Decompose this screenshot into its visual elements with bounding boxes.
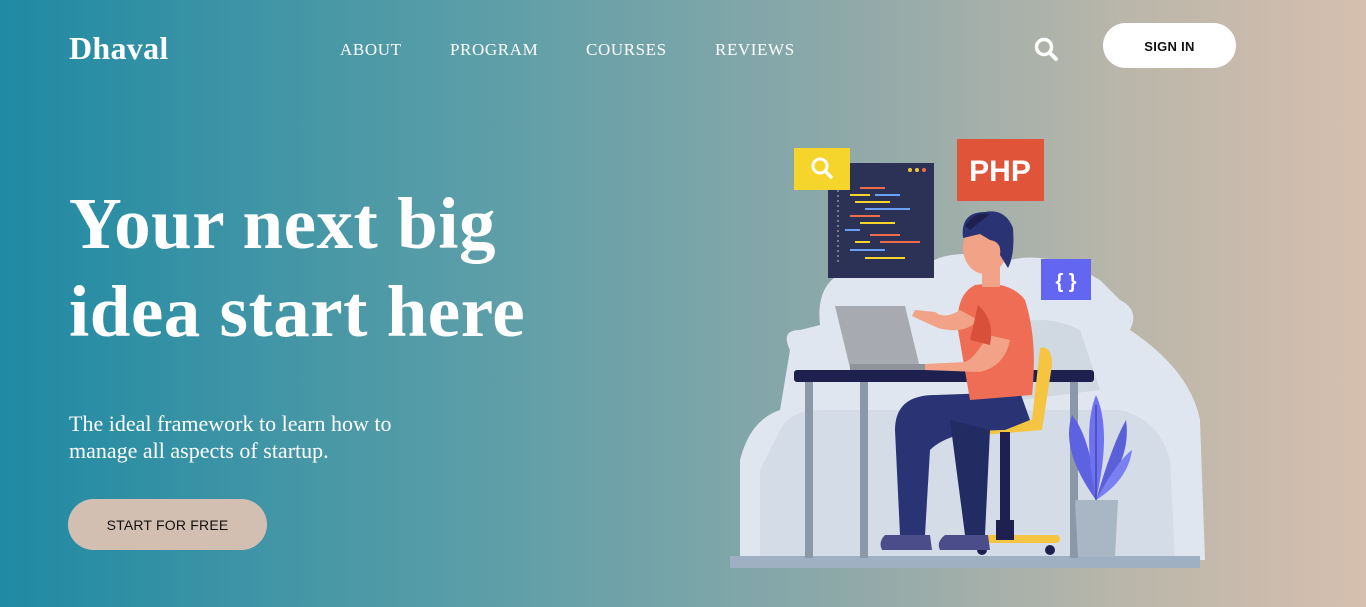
developer-illustration: PHP { } <box>730 139 1205 568</box>
hero-headline-line-2: idea start here <box>69 271 526 352</box>
php-badge-label: PHP <box>969 155 1031 188</box>
hero-subtext-line-2: manage all aspects of startup. <box>69 438 329 463</box>
search-button[interactable] <box>1032 35 1060 63</box>
braces-badge: { } <box>1041 259 1091 300</box>
hero-illustration: PHP { } <box>720 130 1220 580</box>
php-badge: PHP <box>957 139 1044 201</box>
hero-headline: Your next big idea start here <box>69 180 589 356</box>
hero-subtext-line-1: The ideal framework to learn how to <box>69 411 392 436</box>
search-badge <box>794 148 850 190</box>
hero-headline-line-1: Your next big <box>69 183 496 264</box>
brand-logo[interactable]: Dhaval <box>69 28 169 68</box>
start-for-free-button[interactable]: START FOR FREE <box>68 499 267 550</box>
floor <box>730 556 1200 568</box>
nav-item-reviews[interactable]: REVIEWS <box>715 38 795 62</box>
braces-badge-label: { } <box>1055 271 1076 293</box>
sign-in-button[interactable]: SIGN IN <box>1103 23 1236 68</box>
nav-item-program[interactable]: PROGRAM <box>450 38 538 62</box>
hero-subtext: The ideal framework to learn how to mana… <box>69 410 449 464</box>
nav-item-about[interactable]: ABOUT <box>340 38 402 62</box>
search-icon <box>1034 37 1058 61</box>
nav-item-courses[interactable]: COURSES <box>586 38 667 62</box>
